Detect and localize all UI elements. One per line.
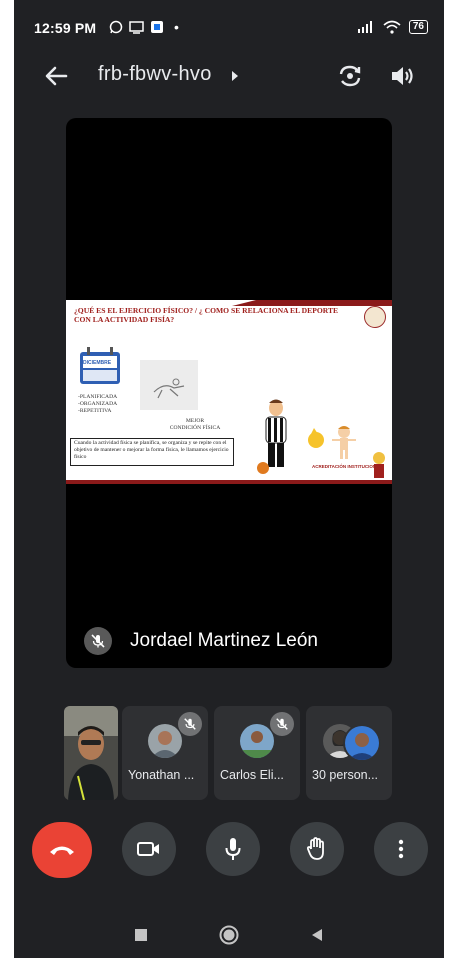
participant-avatar [240,724,274,758]
bullet-item: -PLANIFICADA [78,394,118,400]
main-video-tile[interactable]: ¿QUÉ ES EL EJERCICIO FÍSICO? / ¿ COMO SE… [66,118,392,668]
cast-icon [129,20,144,34]
video-camera-icon [137,842,159,856]
image-caption: MEJOR CONDICIÓN FÍSICA [150,418,240,432]
camera-toggle-button[interactable] [122,822,176,876]
more-vertical-icon [398,839,404,859]
calendar-label: DICIEMBRE [83,360,112,366]
home-button[interactable] [218,924,240,946]
battery-icon: 76 [408,20,428,34]
image-caption-line: CONDICIÓN FÍSICA [169,425,221,431]
mic-off-icon [178,712,202,736]
triangle-back-icon [312,929,322,941]
signal-icon [357,21,372,33]
slide-bullets: -PLANIFICADA -ORGANIZADA -REPETITIVA [78,394,117,415]
kids-cartoon-image [308,426,356,459]
meet-screen: 12:59 PM • 76 frb-fbwv-hvo ¿QUÉ ES EL EJ… [14,0,444,958]
participant-tile[interactable]: Carlos Eli... [214,706,300,800]
raise-hand-button[interactable] [290,822,344,876]
whatsapp-icon [109,20,123,34]
slide-bottom-stripe [66,480,392,484]
bullet-item: -REPETITIVA [78,408,112,414]
participant-avatar [343,724,381,762]
status-time: 12:59 PM [34,20,97,36]
status-bar: 12:59 PM • 76 [14,14,444,44]
switch-camera-icon[interactable] [334,60,366,92]
exercise-sketch-image [140,360,198,410]
call-header: frb-fbwv-hvo [14,56,444,96]
participant-avatar [148,724,182,758]
meeting-code[interactable]: frb-fbwv-hvo [98,63,212,86]
speaker-icon[interactable] [386,60,418,92]
system-icons: 76 [357,20,428,34]
definition-box: Cuando la actividad física se planifica,… [70,438,234,466]
wifi-icon [383,20,401,34]
participant-name: 30 person... [312,768,379,782]
dot-icon: • [174,19,179,35]
circle-icon [219,925,239,945]
notification-icons: • [109,19,179,35]
image-caption-line: MEJOR [185,418,205,424]
shared-slide: ¿QUÉ ES EL EJERCICIO FÍSICO? / ¿ COMO SE… [66,300,392,484]
square-icon [135,929,147,941]
recents-button[interactable] [130,924,152,946]
hand-icon [306,837,324,860]
slide-title: ¿QUÉ ES EL EJERCICIO FÍSICO? / ¿ COMO SE… [74,306,339,324]
back-button[interactable] [306,924,328,946]
mic-off-icon [84,627,112,655]
more-options-button[interactable] [374,822,428,876]
end-call-button[interactable] [32,822,92,878]
system-nav-bar [14,916,444,956]
self-video-image [64,706,118,800]
bullet-item: -ORGANIZADA [78,401,118,407]
presenter-name: Jordael Martinez León [130,630,318,651]
caret-right-icon[interactable] [230,70,240,82]
hang-up-icon [50,846,74,855]
self-view-tile[interactable] [64,706,118,800]
back-arrow-icon[interactable] [40,60,72,92]
mic-toggle-button[interactable] [206,822,260,876]
participant-name: Carlos Eli... [220,768,284,782]
mic-off-icon [270,712,294,736]
app-icon [151,21,163,33]
microphone-icon [225,838,241,860]
calendar-icon [80,347,120,384]
participant-name: Yonathan ... [128,768,195,782]
referee-cartoon-image [257,399,287,474]
presenter-caption: Jordael Martinez León [84,626,318,656]
participant-tile[interactable]: Yonathan ... [122,706,208,800]
mascot-icon [373,452,385,478]
participant-tile[interactable]: 30 person... [306,706,392,800]
institution-seal-icon [364,306,386,328]
